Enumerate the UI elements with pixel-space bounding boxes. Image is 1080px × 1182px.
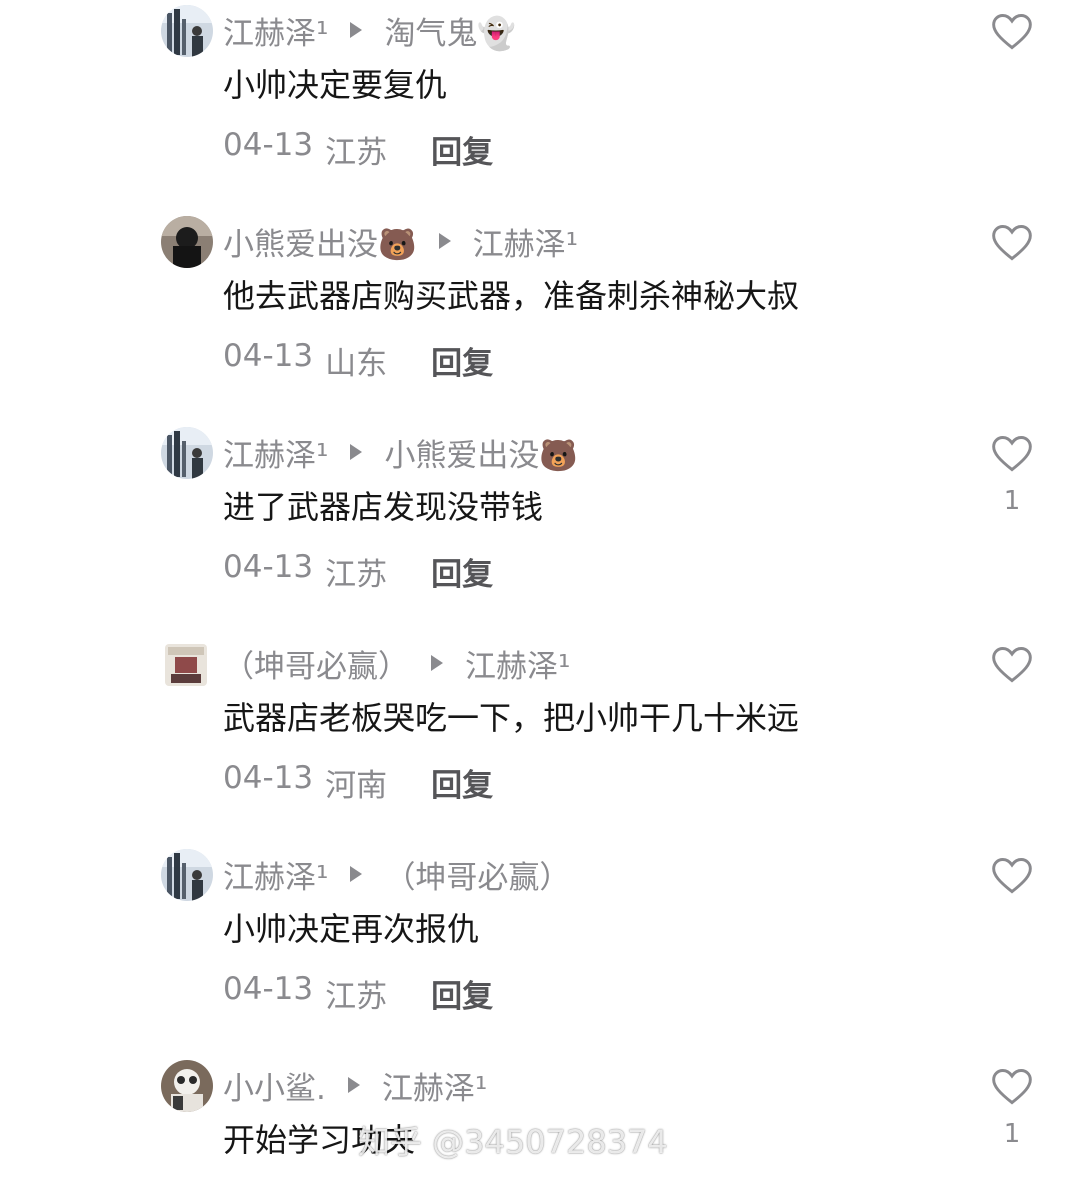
like-heart-icon[interactable] xyxy=(990,432,1034,476)
comment-location: 江苏 xyxy=(325,979,388,1015)
name-row: 江赫泽¹ 淘气鬼👻 xyxy=(223,7,516,53)
name-row: 小熊爱出没🐻 江赫泽¹ xyxy=(223,218,578,264)
like-count: 1 xyxy=(1003,1119,1021,1149)
comment-text: 开始学习功夫 xyxy=(223,1121,416,1159)
comment-item: 小小鲨. 江赫泽¹ 开始学习功夫 1 xyxy=(0,1055,1080,1182)
reply-arrow-icon xyxy=(438,233,451,249)
avatar[interactable] xyxy=(161,5,213,57)
comment-item: 江赫泽¹ 小熊爱出没🐻 进了武器店发现没带钱 04-13 江苏 回复 1 xyxy=(0,422,1080,633)
reply-to-username[interactable]: （坤哥必赢） xyxy=(384,852,570,897)
username[interactable]: （坤哥必赢） xyxy=(223,641,409,686)
avatar[interactable] xyxy=(161,849,213,901)
reply-arrow-icon xyxy=(350,444,363,460)
name-row: （坤哥必赢） 江赫泽¹ xyxy=(223,640,570,686)
comment-location: 江苏 xyxy=(325,557,388,593)
reply-arrow-icon xyxy=(350,22,363,38)
name-row: 小小鲨. 江赫泽¹ xyxy=(223,1062,487,1108)
username[interactable]: 江赫泽¹ xyxy=(223,8,328,53)
reply-to-username[interactable]: 江赫泽¹ xyxy=(382,1063,487,1108)
avatar[interactable] xyxy=(161,216,213,268)
comment-meta: 04-13 江苏 回复 xyxy=(223,971,493,1016)
like-heart-icon[interactable] xyxy=(990,854,1034,898)
username[interactable]: 江赫泽¹ xyxy=(223,430,328,475)
comment-text: 小帅决定要复仇 xyxy=(223,66,448,104)
comment-date: 04-13 xyxy=(223,338,314,374)
comment-text: 进了武器店发现没带钱 xyxy=(223,488,544,526)
comment-date: 04-13 xyxy=(223,760,314,796)
comment-text: 小帅决定再次报仇 xyxy=(223,910,480,948)
comment-meta: 04-13 江苏 回复 xyxy=(223,549,493,594)
comment-date: 04-13 xyxy=(223,971,314,1007)
like-heart-icon[interactable] xyxy=(990,10,1034,54)
reply-button[interactable]: 回复 xyxy=(431,971,493,1016)
comment-location: 山东 xyxy=(325,346,388,382)
reply-arrow-icon xyxy=(350,866,363,882)
comment-item: （坤哥必赢） 江赫泽¹ 武器店老板哭吃一下，把小帅干几十米远 04-13 河南 … xyxy=(0,633,1080,844)
comment-location: 河南 xyxy=(325,768,388,804)
reply-button[interactable]: 回复 xyxy=(431,549,493,594)
username[interactable]: 小熊爱出没🐻 xyxy=(223,219,417,264)
comment-text: 他去武器店购买武器，准备刺杀神秘大叔 xyxy=(223,277,800,315)
comment-item: 江赫泽¹ 淘气鬼👻 小帅决定要复仇 04-13 江苏 回复 xyxy=(0,0,1080,211)
avatar[interactable] xyxy=(161,427,213,479)
comment-date: 04-13 xyxy=(223,549,314,585)
username[interactable]: 小小鲨. xyxy=(223,1063,326,1108)
reply-arrow-icon xyxy=(347,1077,360,1093)
avatar[interactable] xyxy=(165,644,207,686)
name-row: 江赫泽¹ 小熊爱出没🐻 xyxy=(223,429,578,475)
reply-to-username[interactable]: 小熊爱出没🐻 xyxy=(384,430,578,475)
reply-arrow-icon xyxy=(431,655,443,671)
like-heart-icon[interactable] xyxy=(990,1065,1034,1109)
comment-meta: 04-13 江苏 回复 xyxy=(223,127,493,172)
comment-text: 武器店老板哭吃一下，把小帅干几十米远 xyxy=(223,699,800,737)
comment-item: 江赫泽¹ （坤哥必赢） 小帅决定再次报仇 04-13 江苏 回复 xyxy=(0,844,1080,1055)
comment-location: 江苏 xyxy=(325,135,388,171)
comment-date: 04-13 xyxy=(223,127,314,163)
comment-meta: 04-13 河南 回复 xyxy=(223,760,493,805)
reply-to-username[interactable]: 淘气鬼👻 xyxy=(384,8,516,53)
reply-to-username[interactable]: 江赫泽¹ xyxy=(465,641,570,686)
name-row: 江赫泽¹ （坤哥必赢） xyxy=(223,851,570,897)
comment-item: 小熊爱出没🐻 江赫泽¹ 他去武器店购买武器，准备刺杀神秘大叔 04-13 山东 … xyxy=(0,211,1080,422)
avatar[interactable] xyxy=(161,1060,213,1112)
like-heart-icon[interactable] xyxy=(990,643,1034,687)
reply-button[interactable]: 回复 xyxy=(431,127,493,172)
comment-meta: 04-13 山东 回复 xyxy=(223,338,493,383)
reply-button[interactable]: 回复 xyxy=(431,338,493,383)
reply-to-username[interactable]: 江赫泽¹ xyxy=(473,219,578,264)
reply-button[interactable]: 回复 xyxy=(431,760,493,805)
username[interactable]: 江赫泽¹ xyxy=(223,852,328,897)
like-heart-icon[interactable] xyxy=(990,221,1034,265)
like-count: 1 xyxy=(1003,486,1021,516)
